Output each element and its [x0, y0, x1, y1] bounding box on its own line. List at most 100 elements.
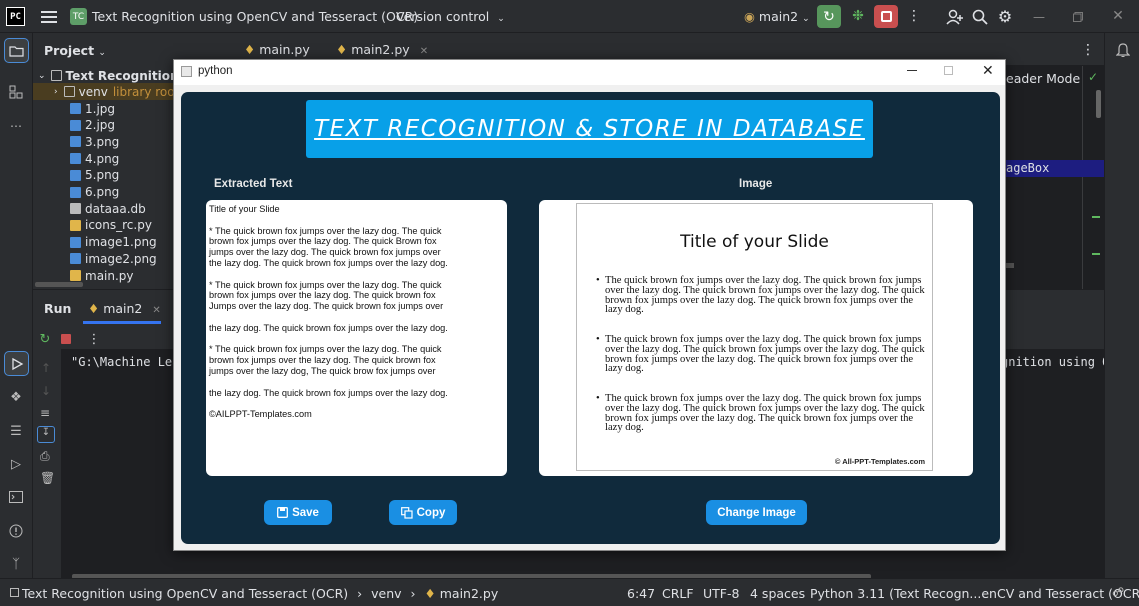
services-icon[interactable]: ▷ [7, 455, 25, 473]
editor-scrollbar[interactable] [1096, 90, 1101, 118]
copy-button[interactable]: Copy [389, 500, 457, 525]
extracted-text-area[interactable]: Title of your Slide * The quick brown fox… [206, 200, 507, 476]
git-icon[interactable]: ᛉ [7, 555, 25, 573]
more-actions-icon[interactable]: ⋮ [906, 7, 922, 25]
folder-icon[interactable] [4, 38, 29, 63]
breadcrumb: Text Recognition using OpenCV and Tesser… [22, 586, 498, 601]
copy-icon [400, 506, 413, 519]
add-user-icon[interactable] [946, 8, 964, 26]
close-tab-icon[interactable]: ✕ [420, 46, 428, 57]
file-item[interactable]: 6.png [70, 184, 119, 201]
branch-name: main2 [758, 9, 799, 24]
minimize-icon[interactable]: — [1030, 8, 1048, 26]
project-panel-header[interactable]: Project ⌄ [44, 43, 106, 58]
file-item[interactable]: image1.png [70, 234, 157, 251]
python-file-icon: ♦ [424, 586, 436, 601]
maximize-icon[interactable] [944, 66, 953, 75]
python-file-icon: ♦ [88, 301, 100, 316]
terminal-icon[interactable] [7, 488, 25, 506]
layers-icon[interactable]: ☰ [7, 422, 25, 440]
file-item[interactable]: 4.png [70, 150, 119, 167]
rerun-icon[interactable]: ↻ [817, 5, 841, 28]
main-menu-icon[interactable] [40, 8, 58, 26]
slide-title: Title of your Slide [680, 232, 829, 252]
image-file-icon [70, 169, 81, 181]
minimize-icon[interactable] [907, 70, 917, 71]
branch-selector[interactable]: ◉ main2 ⌄ [744, 9, 810, 24]
slide-bullet-text: The quick brown fox jumps over the lazy … [605, 334, 925, 375]
reader-mode-button[interactable]: eader Mode [1006, 71, 1080, 86]
status-bar: Text Recognition using OpenCV and Tesser… [0, 578, 1139, 606]
close-icon[interactable]: ✕ [982, 63, 994, 79]
image-file-icon [70, 186, 81, 198]
more-tools-icon[interactable]: ⋯ [7, 117, 25, 135]
print-icon[interactable]: ⎙ [40, 449, 50, 464]
image-label: Image [739, 178, 773, 190]
chevron-down-icon: ⌄ [38, 70, 46, 81]
stop-icon[interactable] [61, 334, 71, 344]
caret-position[interactable]: 6:47 [627, 586, 655, 601]
run-tab-label: main2 [103, 301, 143, 316]
project-selector[interactable]: Text Recognition using OpenCV and Tesser… [92, 9, 434, 24]
python-console-icon[interactable]: ❖ [7, 388, 25, 406]
more-actions-icon[interactable]: ⋮ [1080, 41, 1096, 59]
indent-setting[interactable]: 4 spaces [750, 586, 805, 601]
file-name: 5.png [85, 168, 120, 183]
python-window-titlebar[interactable]: python ✕ [174, 60, 1005, 85]
notifications-icon[interactable] [1114, 41, 1132, 59]
gear-icon[interactable]: ⚙ [996, 7, 1014, 26]
trash-icon[interactable]: 🗑 [40, 471, 55, 485]
change-image-button[interactable]: Change Image [706, 500, 807, 525]
close-tab-icon[interactable]: ✕ [152, 305, 160, 316]
file-name: image2.png [85, 251, 157, 266]
close-icon[interactable]: ✕ [1109, 7, 1127, 25]
horizontal-scrollbar[interactable] [35, 282, 83, 287]
run-tab-main2[interactable]: ♦ main2 ✕ [88, 301, 161, 316]
run-tool-icon[interactable] [4, 351, 29, 376]
tab-main2-py[interactable]: ♦ main2.py ✕ [336, 42, 428, 57]
folder-icon [50, 70, 62, 81]
slide-image: Title of your Slide • The quick brown fo… [576, 203, 933, 471]
image-file-icon [70, 103, 81, 114]
file-item[interactable]: 2.jpg [70, 117, 115, 134]
restore-icon[interactable] [1069, 8, 1087, 26]
scroll-to-end-icon[interactable]: ↧ [37, 426, 55, 443]
search-icon[interactable] [971, 8, 989, 26]
rerun-icon[interactable]: ↻ [37, 331, 53, 347]
more-actions-icon[interactable]: ⋮ [86, 331, 102, 347]
save-label: Save [292, 506, 319, 519]
save-icon [277, 507, 289, 518]
chevron-right-icon: › [54, 86, 58, 97]
file-item[interactable]: 3.png [70, 133, 119, 150]
line-separator[interactable]: CRLF [662, 586, 694, 601]
slide-bullet: • The quick brown fox jumps over the laz… [596, 393, 925, 433]
problems-icon[interactable] [7, 522, 25, 540]
extracted-text-label: Extracted Text [214, 178, 293, 190]
chevron-down-icon: ⌄ [497, 14, 505, 24]
soft-wrap-icon[interactable]: ≡ [40, 406, 50, 420]
lock-icon[interactable]: ☍ [1112, 585, 1124, 599]
stop-icon[interactable] [874, 5, 898, 28]
debug-icon[interactable]: ❉ [849, 7, 867, 25]
slide-copyright: © All-PPT-Templates.com [834, 457, 925, 466]
extracted-paragraph: * The quick brown fox jumps over the laz… [209, 225, 448, 268]
app-logo-icon[interactable]: PC [6, 7, 25, 26]
file-item[interactable]: dataaa.db [70, 200, 146, 217]
editor-divider [1082, 66, 1083, 289]
file-item[interactable]: icons_rc.py [70, 217, 152, 234]
breadcrumb-project[interactable]: Text Recognition using OpenCV and Tesser… [22, 586, 348, 601]
file-item[interactable]: 5.png [70, 167, 119, 184]
file-item[interactable]: 1.jpg [70, 100, 115, 117]
structure-icon[interactable] [7, 83, 25, 101]
file-encoding[interactable]: UTF-8 [703, 586, 739, 601]
vcs-menu[interactable]: Version control ⌄ [396, 9, 505, 24]
file-item[interactable]: image2.png [70, 250, 157, 267]
python-interpreter[interactable]: Python 3.11 (Text Recogn...enCV and Tess… [810, 586, 1139, 601]
save-button[interactable]: Save [264, 500, 332, 525]
breadcrumb-file[interactable]: main2.py [440, 586, 499, 601]
code-fragment: ageBox [1006, 161, 1050, 175]
down-arrow-icon[interactable]: ↓ [41, 384, 51, 398]
up-arrow-icon[interactable]: ↑ [41, 361, 51, 375]
tab-main-py[interactable]: ♦ main.py [244, 42, 310, 57]
breadcrumb-venv[interactable]: venv [371, 586, 401, 601]
